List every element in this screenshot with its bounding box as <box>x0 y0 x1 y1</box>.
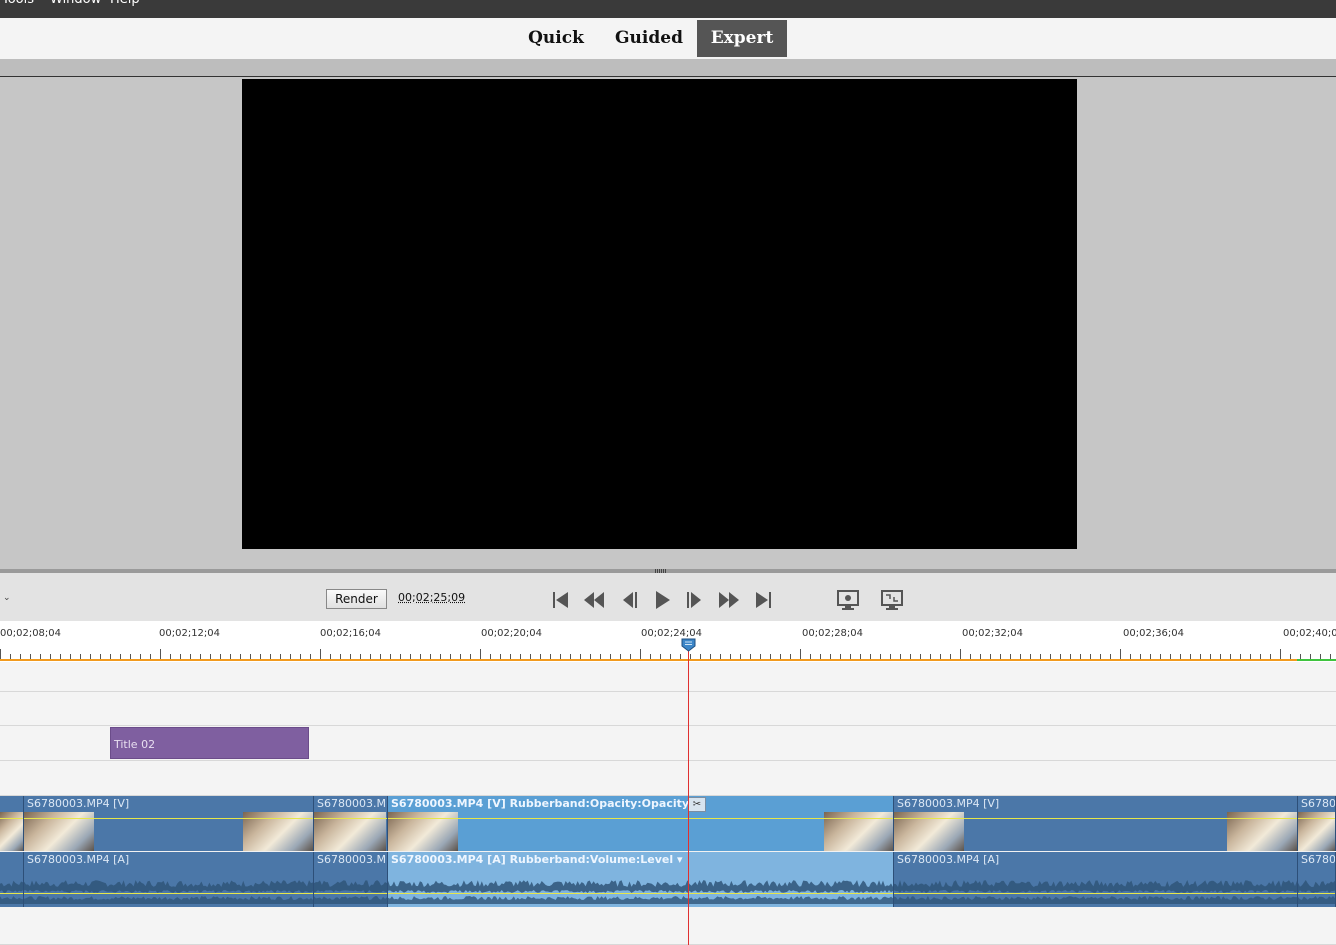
video-clip[interactable]: S6780003.MP4 [V] <box>894 796 1298 851</box>
audio-clip-selected[interactable]: S6780003.MP4 [A] Rubberband:Volume:Level… <box>388 852 894 907</box>
timeline-ruler[interactable]: 00;02;08;04 00;02;12;04 00;02;16;04 00;0… <box>0 621 1336 662</box>
track-empty <box>0 761 1336 796</box>
current-timecode[interactable]: 00;02;25;09 <box>398 591 465 604</box>
monitor-header <box>0 59 1336 76</box>
tab-guided[interactable]: Guided <box>606 20 692 57</box>
menu-tools[interactable]: Tools <box>2 0 34 8</box>
opacity-line[interactable] <box>388 818 893 819</box>
ruler-label: 00;02;16;04 <box>320 628 382 639</box>
clip-label: S67800 <box>1301 853 1336 866</box>
video-track: S6780003.MP4 [V] S6780003.MP S6780003.MP… <box>0 796 1336 851</box>
step-back-icon[interactable] <box>616 587 642 613</box>
opacity-line <box>314 818 387 819</box>
audio-clip[interactable]: S6780003.MP4 [A] <box>894 852 1298 907</box>
render-button[interactable]: Render <box>326 589 387 609</box>
playhead-line[interactable] <box>688 640 689 945</box>
volume-line <box>24 893 313 894</box>
track-empty <box>0 692 1336 726</box>
track-empty <box>0 662 1336 692</box>
menu-help[interactable]: Help <box>110 0 140 8</box>
video-preview[interactable] <box>242 79 1077 549</box>
play-icon[interactable] <box>649 587 675 613</box>
video-clip[interactable]: S6780003.MP4 [V] <box>24 796 314 851</box>
rendered-bar <box>1297 659 1336 661</box>
clip-label: S6780003.MP <box>317 797 388 810</box>
clip-label: S6780003.MP <box>317 853 388 866</box>
waveform <box>1298 880 1335 904</box>
volume-line <box>0 893 23 894</box>
playhead-handle-icon[interactable] <box>681 638 696 652</box>
ruler-ticks <box>0 649 1331 659</box>
step-forward-icon[interactable] <box>682 587 708 613</box>
fast-forward-icon[interactable] <box>716 587 742 613</box>
ruler-label: 00;02;36;04 <box>1123 628 1185 639</box>
scissors-icon[interactable]: ✂ <box>688 797 706 812</box>
ruler-label: 00;02;32;04 <box>962 628 1024 639</box>
waveform <box>0 880 23 904</box>
video-clip-selected[interactable]: S6780003.MP4 [V] Rubberband:Opacity:Opac… <box>388 796 894 851</box>
video-clip[interactable]: S67800 <box>1298 796 1336 851</box>
tab-quick[interactable]: Quick <box>520 20 592 57</box>
opacity-line <box>1298 818 1335 819</box>
waveform <box>388 880 893 904</box>
transport-bar: ⌄ Render 00;02;25;09 <box>0 573 1336 621</box>
rewind-icon[interactable] <box>581 587 607 613</box>
ruler-label: 00;02;08;04 <box>0 628 62 639</box>
ruler-label: 00;02;28;04 <box>802 628 864 639</box>
menu-bar: Tools Window Help <box>0 0 1336 18</box>
volume-line <box>1298 893 1335 894</box>
ruler-label: 00;02;12;04 <box>159 628 221 639</box>
video-clip[interactable] <box>0 796 24 851</box>
clip-label[interactable]: S6780003.MP4 [V] Rubberband:Opacity:Opac… <box>391 797 698 810</box>
waveform <box>24 880 313 904</box>
mode-bar: Quick Guided Expert <box>0 18 1336 59</box>
title-clip[interactable]: Title 02 <box>110 727 309 759</box>
go-to-start-icon[interactable] <box>548 587 574 613</box>
fullscreen-monitor-icon[interactable] <box>879 587 905 613</box>
ruler-label: 00;02;20;04 <box>481 628 543 639</box>
video-clip[interactable]: S6780003.MP <box>314 796 388 851</box>
waveform <box>894 880 1297 904</box>
go-to-end-icon[interactable] <box>750 587 776 613</box>
waveform <box>314 880 387 904</box>
volume-line[interactable] <box>388 893 893 894</box>
work-area-bar[interactable] <box>0 659 1297 661</box>
opacity-line <box>0 818 23 819</box>
opacity-line <box>24 818 313 819</box>
opacity-line <box>894 818 1297 819</box>
chevron-down-icon[interactable]: ⌄ <box>3 593 11 603</box>
clip-label: S6780003.MP4 [A] <box>27 853 130 866</box>
clip-label: S67800 <box>1301 797 1336 810</box>
volume-line <box>894 893 1297 894</box>
audio-clip[interactable]: S67800 <box>1298 852 1336 907</box>
menu-window[interactable]: Window <box>50 0 101 8</box>
clip-label: S6780003.MP4 [A] <box>897 853 1000 866</box>
clip-label[interactable]: S6780003.MP4 [A] Rubberband:Volume:Level… <box>391 853 683 866</box>
track-empty <box>0 907 1336 945</box>
volume-line <box>314 893 387 894</box>
audio-clip[interactable]: S6780003.MP4 [A] <box>24 852 314 907</box>
ruler-label: 00;02;40;0 <box>1283 628 1336 639</box>
tab-expert[interactable]: Expert <box>697 20 787 57</box>
audio-clip[interactable] <box>0 852 24 907</box>
clip-label: S6780003.MP4 [V] <box>897 797 1000 810</box>
audio-clip[interactable]: S6780003.MP <box>314 852 388 907</box>
audio-track: S6780003.MP4 [A] S6780003.MP S6780003.MP… <box>0 852 1336 907</box>
monitor-panel <box>0 77 1336 569</box>
clip-label: S6780003.MP4 [V] <box>27 797 130 810</box>
monitor-settings-icon[interactable] <box>835 587 861 613</box>
app-window: Tools Window Help Quick Guided Expert ⌄ … <box>0 0 1336 945</box>
